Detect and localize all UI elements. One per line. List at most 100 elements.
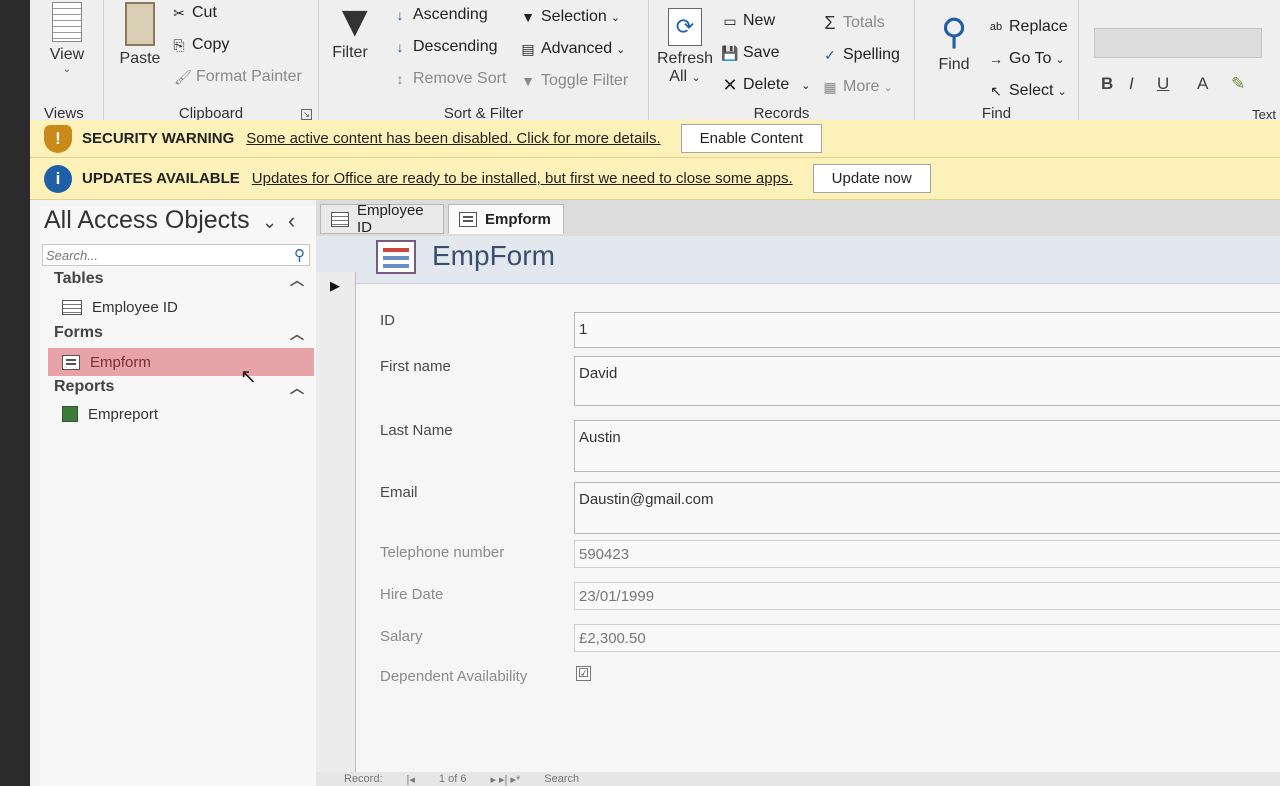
shield-warning-icon: ! [44,124,72,153]
new-record-button[interactable]: ▭ New [721,12,775,30]
next-record-icon[interactable]: ▸ ▸| ▸* [490,773,520,786]
nav-item-empreport[interactable]: Empreport [48,400,314,428]
descending-button[interactable]: ↓ Descending [391,38,498,56]
search-icon[interactable]: ⚲ [294,246,305,264]
nav-section-reports[interactable]: Reports ︿ [54,378,304,396]
nav-section-forms[interactable]: Forms ︿ [54,324,304,342]
advanced-button[interactable]: ▤ Advanced ⌄ [519,40,625,58]
tab-empform[interactable]: Empform [448,204,564,234]
filter-button[interactable]: ▼ Filter [325,0,377,62]
telephone-field[interactable]: 590423 [574,540,1280,568]
copy-button[interactable]: ⎘ Copy [170,36,229,54]
nav-item-empform[interactable]: Empform [48,348,314,376]
refresh-icon: ⟳ [668,8,702,46]
save-record-button[interactable]: 💾 Save [721,44,779,62]
cut-button[interactable]: ✂ Cut [170,4,217,22]
spelling-check-icon: ✓ [824,47,836,63]
more-grid-icon: ▦ [823,79,837,95]
first-name-field[interactable]: David [574,356,1280,406]
access-window: View ⌄ Views Paste ✂ Cut ⎘ Copy 🖌 Format Pa… [30,0,1280,786]
remove-sort-button[interactable]: ↕ Remove Sort [391,70,507,88]
record-selector[interactable]: ▶ [316,272,356,786]
totals-button[interactable]: Σ Totals [821,14,885,32]
paste-button[interactable]: Paste [116,2,164,68]
form-header: EmpForm [316,236,1280,284]
first-record-icon[interactable]: |◂ [407,773,415,786]
toggle-filter-button[interactable]: ▼ Toggle Filter [519,72,628,90]
salary-field[interactable]: £2,300.50 [574,624,1280,652]
bold-button[interactable]: B [1101,74,1113,94]
format-painter-label: Format Painter [196,68,302,85]
current-record-arrow-icon: ▶ [330,278,340,293]
funnel-icon: ▼ [333,0,377,46]
record-position[interactable]: 1 of 6 [439,773,467,785]
tables-section-label: Tables [54,270,104,287]
chevron-down-icon: ⌄ [801,79,811,92]
updates-link[interactable]: Updates for Office are ready to be insta… [252,170,793,187]
table-icon [331,211,349,227]
toggle-filter-label: Toggle Filter [541,72,629,89]
hire-date-field[interactable]: 23/01/1999 [574,582,1280,610]
dependent-availability-checkbox[interactable]: ☑ [576,666,591,681]
delete-record-button[interactable]: ✕ Delete ⌄ [721,76,810,94]
salary-label: Salary [380,628,423,645]
nav-pane-title[interactable]: All Access Objects [44,206,250,235]
form-body: ID 1 First name David Last Name Austin E… [356,284,1280,772]
updates-available-bar: i UPDATES AVAILABLE Updates for Office a… [30,158,1280,200]
remove-sort-icon: ↕ [396,71,404,87]
underline-button[interactable]: U [1157,74,1169,94]
last-name-field[interactable]: Austin [574,420,1280,472]
table-icon [62,299,82,315]
ascending-button[interactable]: ↓ Ascending [391,6,488,24]
italic-button[interactable]: I [1129,74,1134,94]
tab-employee-id[interactable]: Employee ID [320,202,444,236]
nav-item-employee-id[interactable]: Employee ID [48,293,314,321]
mouse-cursor-icon: ↖ [240,366,257,388]
security-warning-bar: ! SECURITY WARNING Some active content h… [30,120,1280,158]
font-color-button[interactable]: A [1197,74,1208,94]
ascending-label: Ascending [413,6,488,23]
spelling-button[interactable]: ✓ Spelling [821,46,900,64]
security-details-link[interactable]: Some active content has been disabled. C… [246,130,660,147]
totals-label: Totals [843,14,885,31]
find-label: Find [938,56,970,73]
find-group: ⚲ Find ab Replace → Go To ⌄ ↖ Select ⌄ Find [915,0,1079,128]
goto-button[interactable]: → Go To ⌄ [987,50,1065,68]
record-search-box[interactable]: Search [544,773,579,785]
new-label: New [743,12,776,29]
chevron-down-icon: ⌄ [883,81,893,94]
refresh-all-button[interactable]: ⟳ Refresh All ⌄ [657,8,713,86]
copy-icon: ⎘ [173,37,185,53]
font-name-box[interactable] [1094,28,1262,58]
collapse-pane-icon[interactable]: ‹ [288,208,295,234]
sort-filter-group: ▼ Filter ↓ Ascending ↓ Descending ↕ Remove … [319,0,649,128]
update-now-button[interactable]: Update now [812,164,931,193]
views-group: View ⌄ Views [30,0,104,128]
highlight-icon[interactable]: ✎ [1231,74,1245,94]
security-warning-title: SECURITY WARNING [82,130,235,147]
scissors-icon: ✂ [173,5,185,21]
more-button[interactable]: ▦ More ⌄ [821,78,893,96]
email-field[interactable]: Daustin@gmail.com [574,482,1280,534]
form-icon [376,240,416,274]
copy-label: Copy [192,36,230,53]
select-button[interactable]: ↖ Select ⌄ [987,82,1067,100]
id-field[interactable]: 1 [574,312,1280,348]
dialog-launcher-icon[interactable]: ↘ [301,109,312,120]
nav-dropdown-icon[interactable]: ⌄ [262,212,277,233]
view-button[interactable]: View ⌄ [36,2,98,75]
nav-search-input[interactable] [43,245,281,265]
format-painter-button[interactable]: 🖌 Format Painter [174,68,302,86]
nav-item-label: Employee ID [92,298,178,316]
enable-content-button[interactable]: Enable Content [680,124,823,153]
selection-button[interactable]: ▼ Selection ⌄ [519,8,620,26]
clipboard-group: Paste ✂ Cut ⎘ Copy 🖌 Format Painter Clipboa… [104,0,319,128]
cursor-icon: ↖ [990,83,1002,99]
replace-button[interactable]: ab Replace [987,18,1068,36]
view-label: View [49,46,85,63]
advanced-label: Advanced [541,40,613,57]
hire-date-label: Hire Date [380,586,444,603]
chevron-down-icon: ⌄ [616,43,626,56]
find-button[interactable]: ⚲ Find [929,14,979,74]
nav-section-tables[interactable]: Tables ︿ [54,270,304,288]
